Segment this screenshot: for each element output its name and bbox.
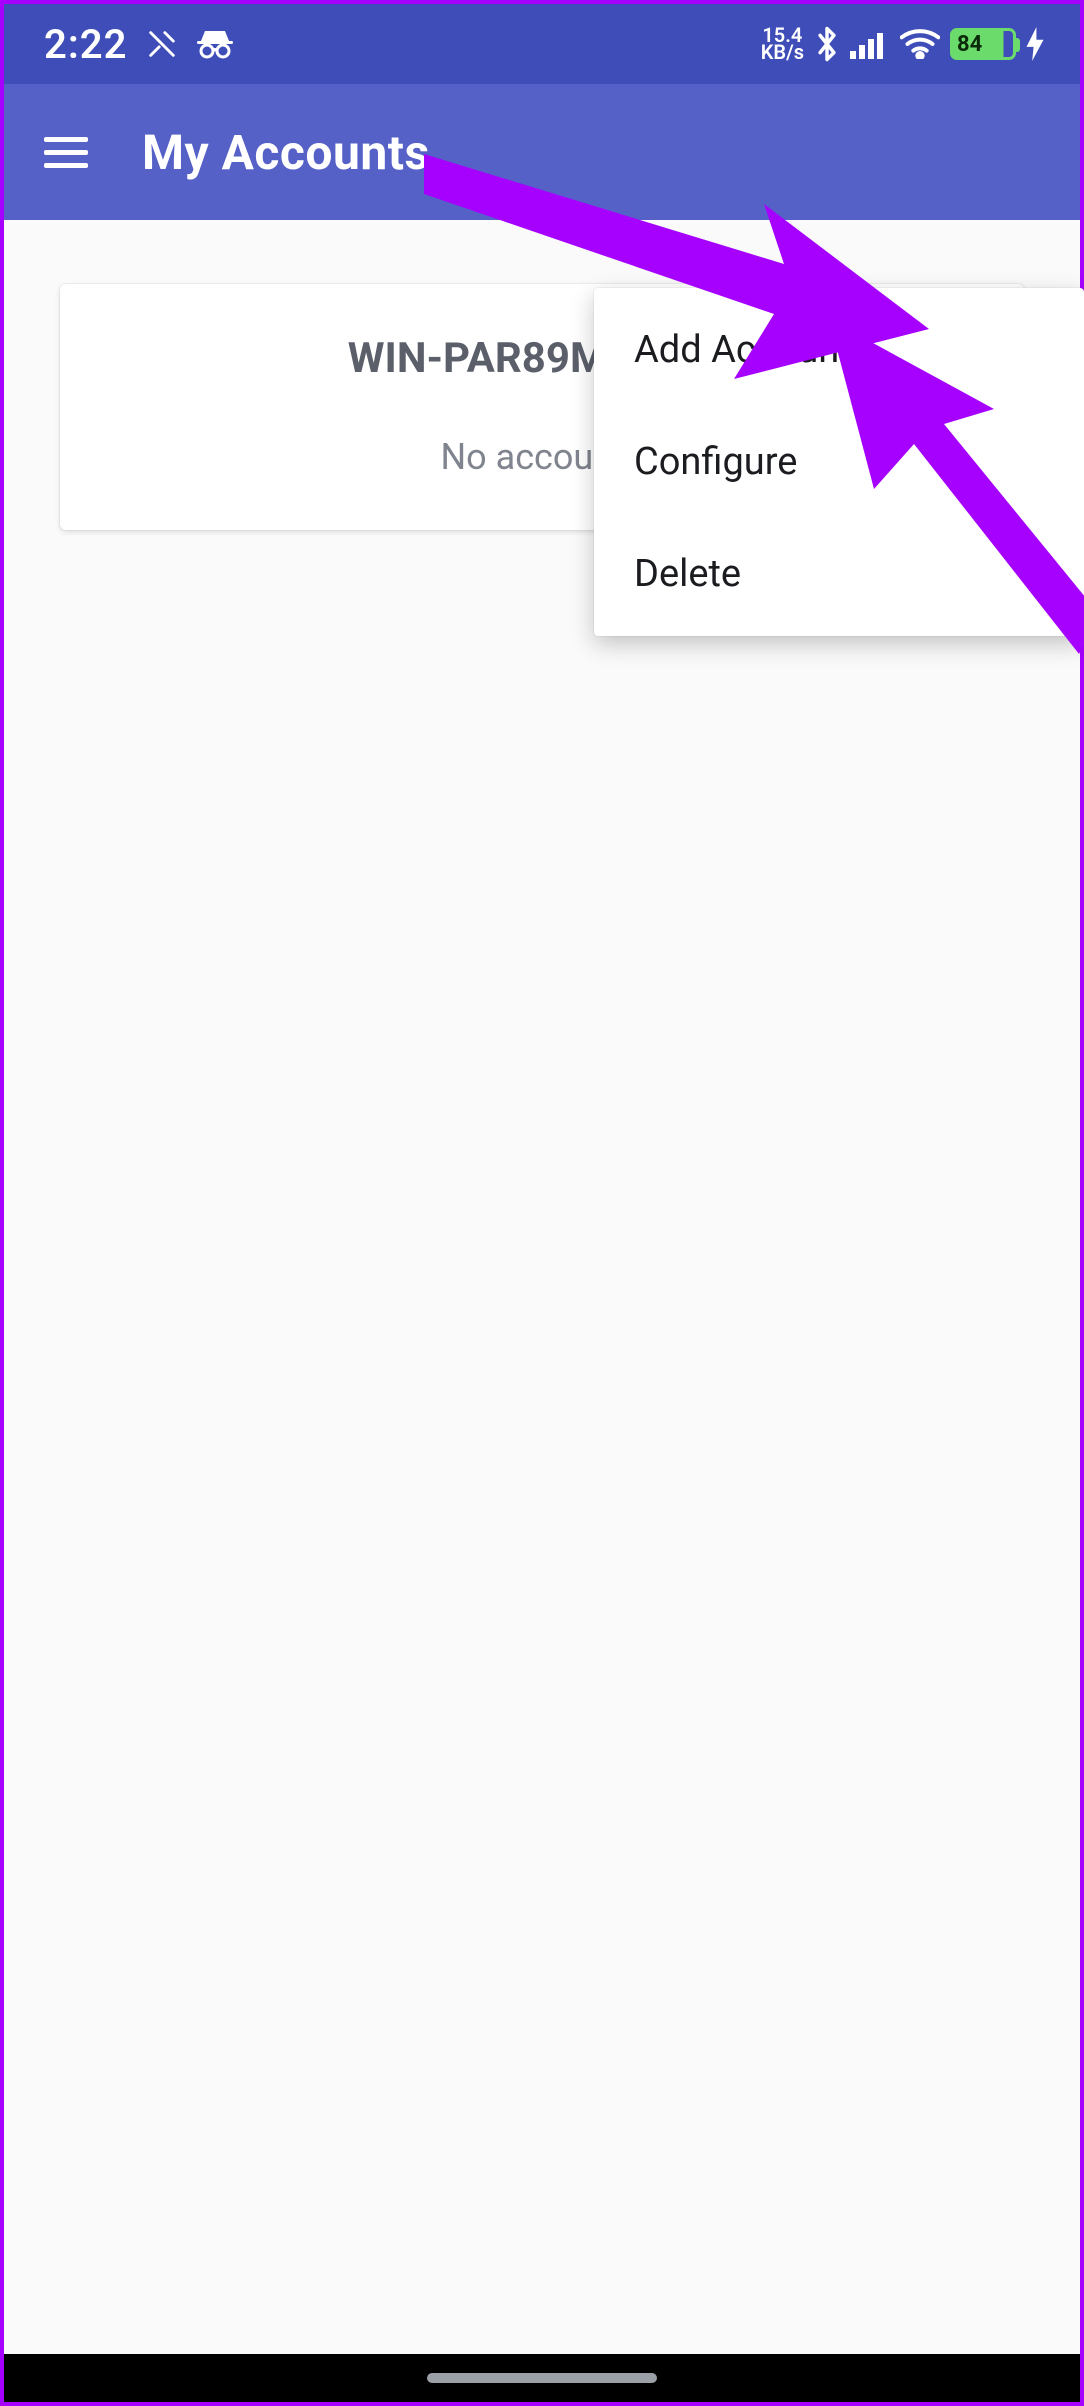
menu-item-add-account[interactable]: Add Account [594,294,1084,406]
status-right: 15.4 KB/s 84 [761,25,1044,63]
status-bar: 2:22 15.4 KB/s [4,4,1080,84]
menu-item-label: Configure [634,440,797,484]
menu-item-delete[interactable]: Delete [594,518,1084,630]
charging-icon [1026,27,1044,61]
network-rate: 15.4 KB/s [761,27,804,61]
status-left: 2:22 [44,21,233,68]
incognito-icon [197,29,233,59]
wifi-icon [900,29,940,59]
gesture-pill[interactable] [427,2373,657,2383]
menu-item-label: Add Account [634,328,852,372]
status-time: 2:22 [44,21,127,68]
system-nav-bar [4,2354,1080,2402]
network-rate-unit: KB/s [761,44,804,61]
overflow-menu: Add Account Configure Delete [594,288,1084,636]
app-bar: My Accounts [4,84,1080,220]
bluetooth-icon [814,25,840,63]
battery-indicator: 84 [950,28,1016,60]
menu-item-configure[interactable]: Configure [594,406,1084,518]
design-tools-icon [145,27,179,61]
battery-percent: 84 [957,32,982,57]
menu-button[interactable] [44,137,88,168]
menu-item-label: Delete [634,552,741,596]
page-title: My Accounts [142,124,430,181]
cellular-signal-icon [850,29,890,59]
